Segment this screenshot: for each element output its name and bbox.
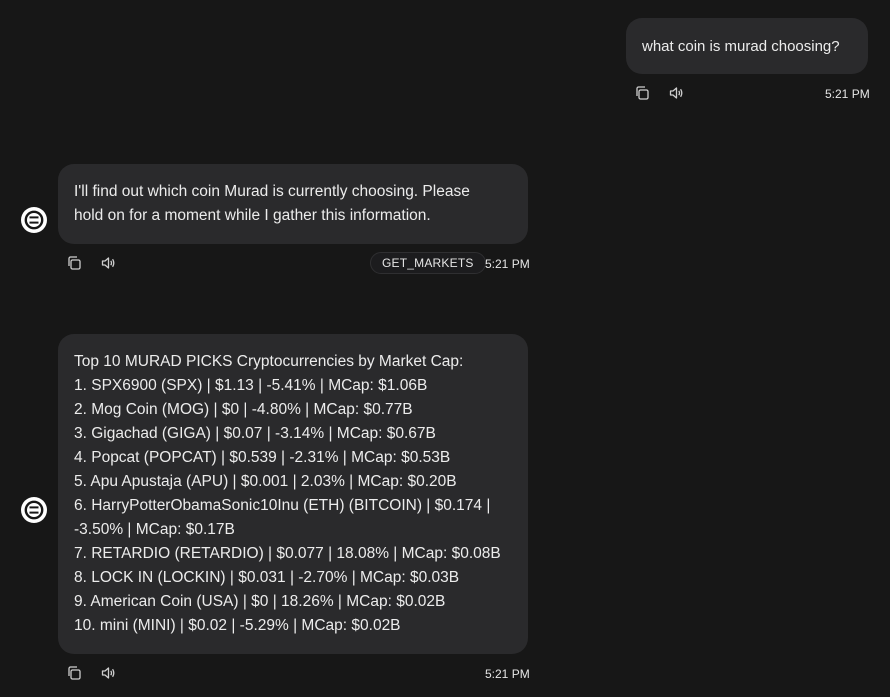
agent-message-line: 5. Apu Apustaja (APU) | $0.001 | 2.03% |… bbox=[74, 473, 457, 490]
agent-message-line: hold on for a moment while I gather this… bbox=[74, 207, 431, 224]
agent-message-line: I'll find out which coin Murad is curren… bbox=[74, 183, 470, 200]
user-message-actions bbox=[633, 84, 685, 102]
agent-message-line: 7. RETARDIO (RETARDIO) | $0.077 | 18.08%… bbox=[74, 545, 501, 562]
agent-message-time: 5:21 PM bbox=[485, 667, 530, 681]
user-message-bubble: what coin is murad choosing? bbox=[626, 18, 868, 74]
agent-message-line: 2. Mog Coin (MOG) | $0 | -4.80% | MCap: … bbox=[74, 401, 413, 418]
eliza-logo-icon bbox=[24, 210, 44, 230]
agent-message-line: Top 10 MURAD PICKS Cryptocurrencies by M… bbox=[74, 353, 464, 370]
agent-message-time: 5:21 PM bbox=[485, 257, 530, 271]
chat-page: what coin is murad choosing? 5:21 PM I'l… bbox=[0, 0, 890, 697]
agent-message-line: 10. mini (MINI) | $0.02 | -5.29% | MCap:… bbox=[74, 617, 401, 634]
speaker-icon[interactable] bbox=[99, 664, 117, 682]
agent-message-line: -3.50% | MCap: $0.17B bbox=[74, 521, 235, 538]
agent-avatar bbox=[21, 497, 47, 523]
copy-icon[interactable] bbox=[65, 254, 83, 272]
agent-message-line: 3. Gigachad (GIGA) | $0.07 | -3.14% | MC… bbox=[74, 425, 436, 442]
agent-message-line: 8. LOCK IN (LOCKIN) | $0.031 | -2.70% | … bbox=[74, 569, 460, 586]
agent-message-line: 4. Popcat (POPCAT) | $0.539 | -2.31% | M… bbox=[74, 449, 451, 466]
copy-icon[interactable] bbox=[633, 84, 651, 102]
agent-message-actions bbox=[65, 664, 117, 682]
action-tag-badge: GET_MARKETS bbox=[370, 252, 486, 274]
user-message-time: 5:21 PM bbox=[825, 87, 870, 101]
agent-message-bubble: Top 10 MURAD PICKS Cryptocurrencies by M… bbox=[58, 334, 528, 654]
copy-icon[interactable] bbox=[65, 664, 83, 682]
agent-avatar bbox=[21, 207, 47, 233]
speaker-icon[interactable] bbox=[667, 84, 685, 102]
speaker-icon[interactable] bbox=[99, 254, 117, 272]
agent-message-bubble: I'll find out which coin Murad is curren… bbox=[58, 164, 528, 244]
agent-message-line: 1. SPX6900 (SPX) | $1.13 | -5.41% | MCap… bbox=[74, 377, 428, 394]
agent-message-line: 9. American Coin (USA) | $0 | 18.26% | M… bbox=[74, 593, 446, 610]
agent-message-line: 6. HarryPotterObamaSonic10Inu (ETH) (BIT… bbox=[74, 497, 491, 514]
user-message-text: what coin is murad choosing? bbox=[642, 37, 840, 55]
agent-message-actions bbox=[65, 254, 117, 272]
eliza-logo-icon bbox=[24, 500, 44, 520]
